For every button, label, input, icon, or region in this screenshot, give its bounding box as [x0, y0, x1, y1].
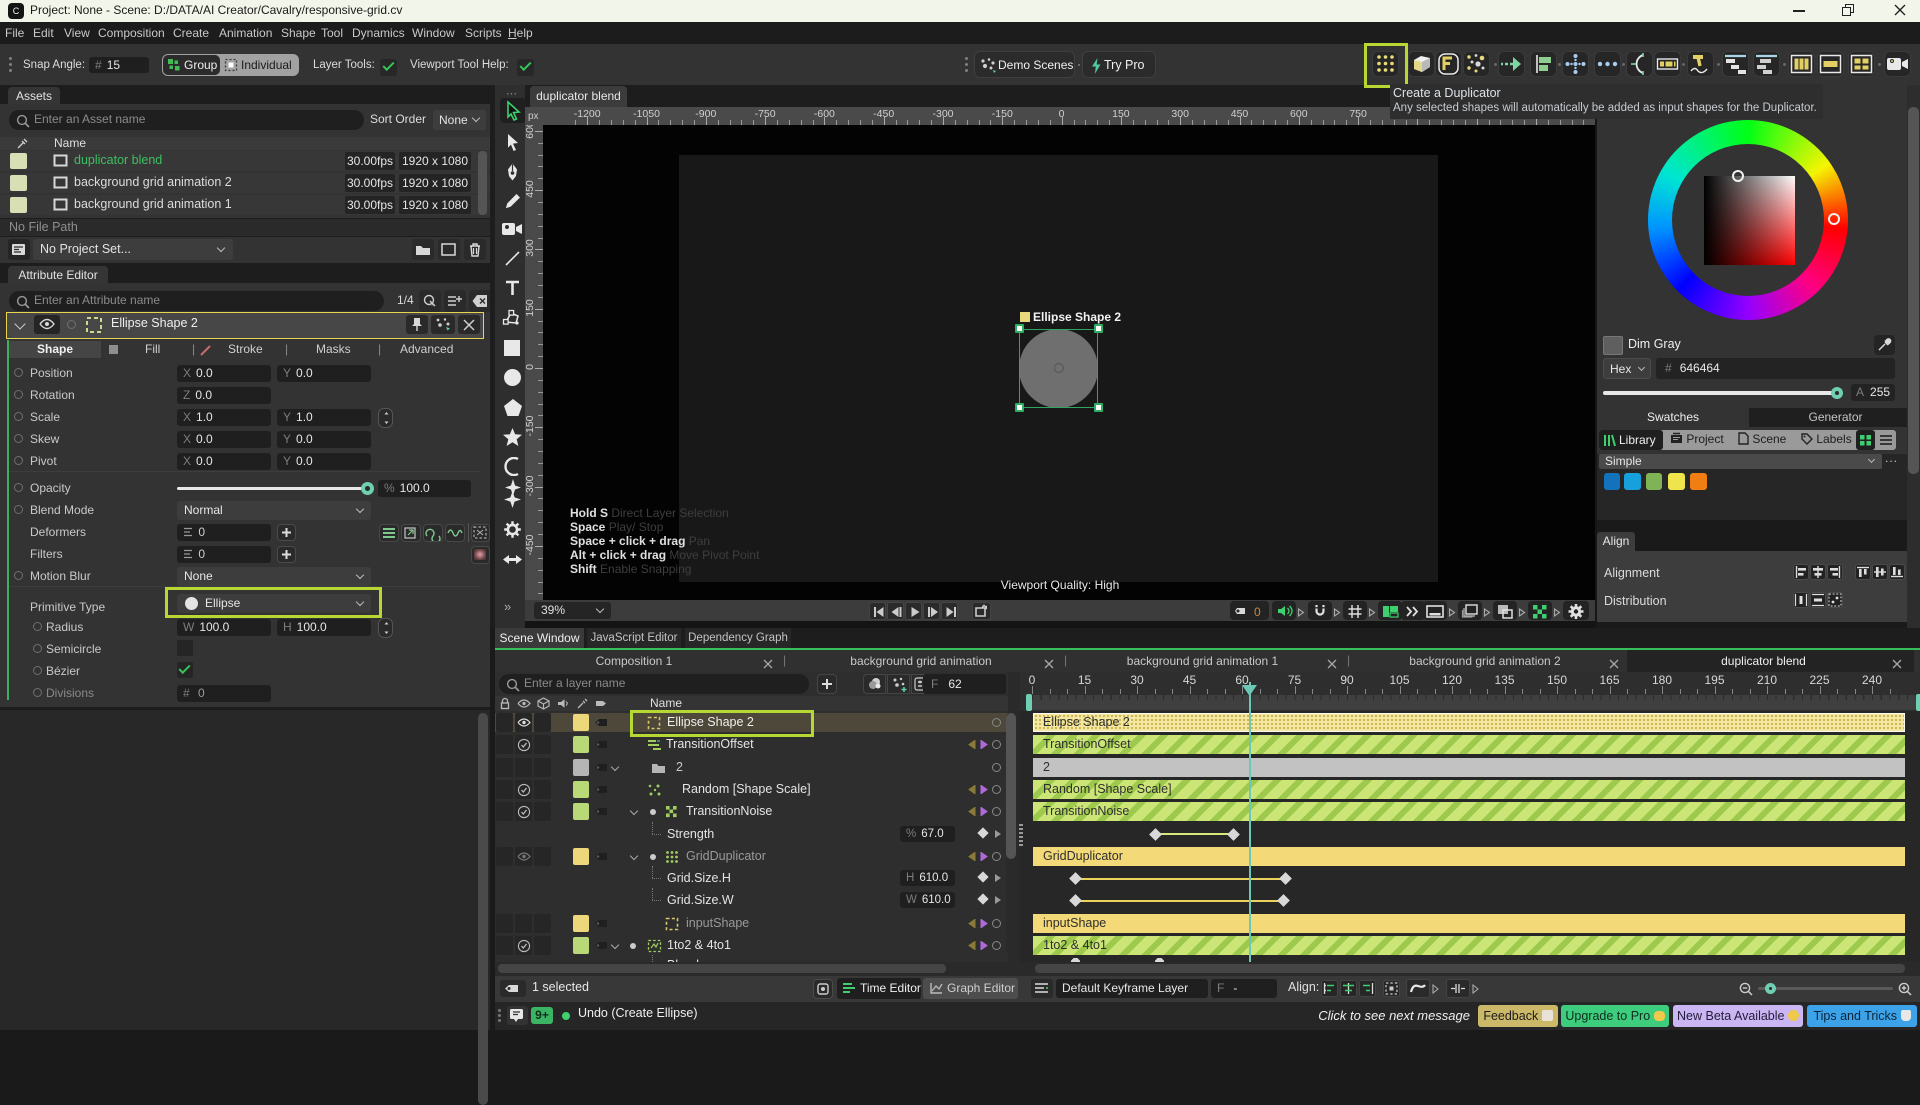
svg-text:0: 0	[1254, 605, 1261, 619]
